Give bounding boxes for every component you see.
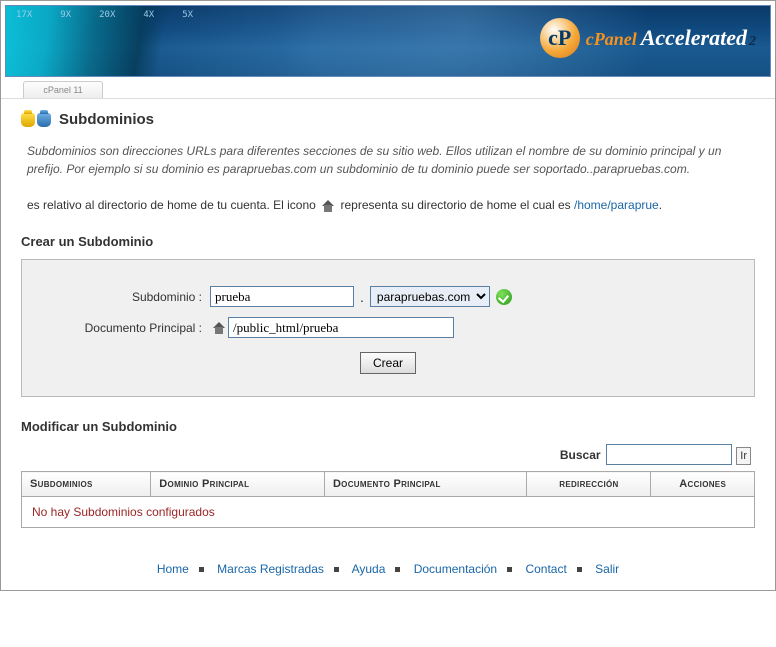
- create-button[interactable]: Crear: [360, 352, 416, 374]
- footer-docs[interactable]: Documentación: [414, 562, 497, 576]
- check-icon: [496, 289, 512, 305]
- home-description: es relativo al directorio de home de tu …: [27, 196, 749, 214]
- product-tab: cPanel 11: [23, 81, 103, 98]
- col-docroot: Documento Principal: [324, 472, 527, 497]
- search-label: Buscar: [560, 448, 601, 462]
- footer-nav: Home Marcas Registradas Ayuda Documentac…: [21, 556, 755, 576]
- home-path-link[interactable]: /home/paraprue: [574, 198, 659, 212]
- docroot-input[interactable]: [228, 317, 454, 338]
- create-panel: Subdominio : . parapruebas.com Documento…: [21, 259, 755, 397]
- col-redirect: redirección: [527, 472, 651, 497]
- brand-accelerated: Accelerated: [641, 25, 747, 51]
- banner-header: 17X9X20X4X5X cP cPanel Accelerated 2: [5, 5, 771, 77]
- search-go-button[interactable]: Ir: [736, 447, 751, 465]
- col-subdomains: Subdominios: [22, 472, 151, 497]
- home-icon: [321, 200, 335, 212]
- footer-help[interactable]: Ayuda: [352, 562, 386, 576]
- subdomains-icon: [21, 113, 51, 127]
- brand-version: 2: [749, 34, 756, 50]
- col-main-domain: Dominio Principal: [151, 472, 325, 497]
- domain-select[interactable]: parapruebas.com: [370, 286, 490, 307]
- subdomain-input[interactable]: [210, 286, 354, 307]
- footer-home[interactable]: Home: [157, 562, 189, 576]
- create-heading: Crear un Subdominio: [21, 234, 755, 249]
- cpanel-logo: cP cPanel Accelerated 2: [540, 18, 756, 58]
- footer-logout[interactable]: Salir: [595, 562, 619, 576]
- page-title: Subdominios: [59, 111, 154, 128]
- home-icon: [212, 322, 226, 334]
- subdomain-label: Subdominio :: [40, 290, 210, 304]
- cpanel-logo-icon: cP: [540, 18, 580, 58]
- brand-cpanel: cPanel: [586, 29, 637, 50]
- col-actions: Acciones: [651, 472, 755, 497]
- search-input[interactable]: [606, 444, 732, 465]
- docroot-label: Documento Principal :: [40, 321, 210, 335]
- footer-contact[interactable]: Contact: [525, 562, 566, 576]
- intro-text: Subdominios son direcciones URLs para di…: [27, 142, 749, 178]
- footer-trademarks[interactable]: Marcas Registradas: [217, 562, 324, 576]
- subdomains-table: Subdominios Dominio Principal Documento …: [21, 471, 755, 528]
- modify-heading: Modificar un Subdominio: [21, 419, 755, 434]
- empty-message: No hay Subdominios configurados: [22, 497, 755, 528]
